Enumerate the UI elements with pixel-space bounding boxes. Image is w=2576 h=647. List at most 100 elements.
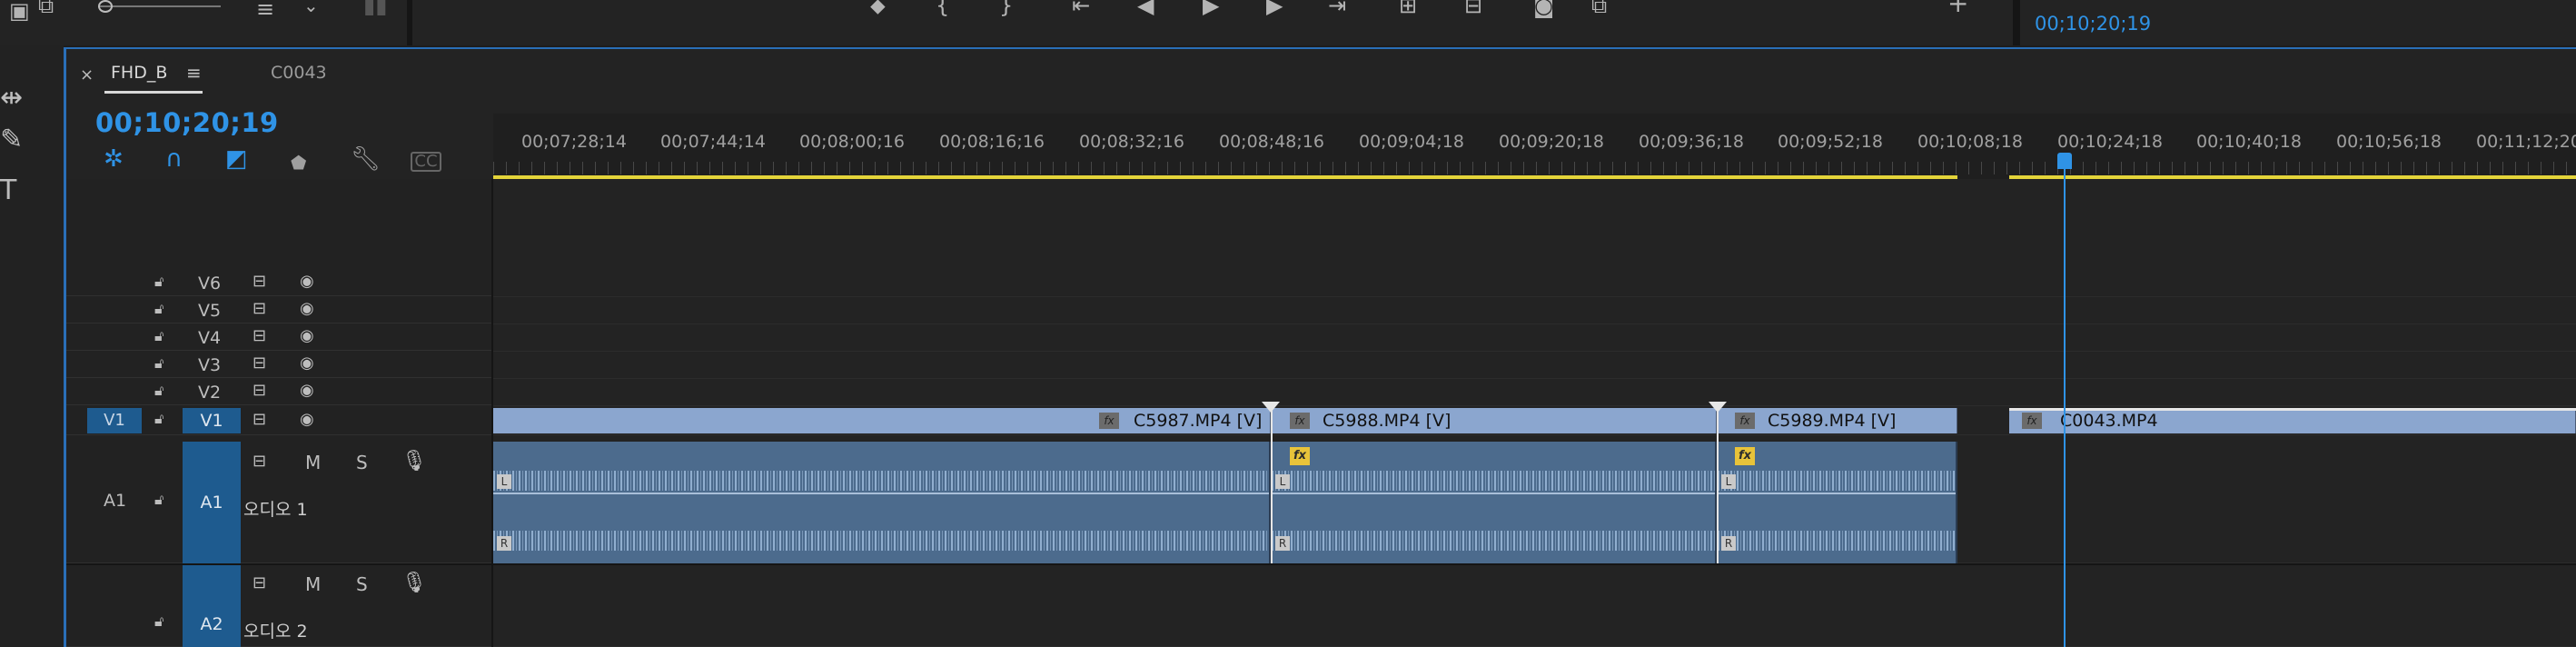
- microphone-icon[interactable]: 🎙︎: [401, 572, 427, 594]
- ruler-label: 00;10;56;18: [2336, 132, 2442, 152]
- marker-icon[interactable]: ⬥: [870, 0, 886, 16]
- lock-icon[interactable]: 🔓︎: [154, 382, 163, 400]
- ruler-label: 00;10;40;18: [2196, 132, 2302, 152]
- sync-lock-icon[interactable]: ⊟: [253, 381, 266, 400]
- add-button-icon[interactable]: +: [1947, 0, 1968, 16]
- grid-icon: ▮▮: [363, 0, 388, 18]
- tab-sequence[interactable]: FHD_B: [111, 63, 167, 83]
- zoom-slider-knob[interactable]: [98, 0, 113, 13]
- track-header-v3: [66, 352, 491, 378]
- go-to-in-icon[interactable]: ⇤: [1072, 0, 1090, 16]
- extract-icon[interactable]: ⊟: [1464, 0, 1482, 16]
- snap-icon[interactable]: ∩: [165, 147, 183, 171]
- mark-out-icon[interactable]: }: [999, 0, 1013, 16]
- sync-lock-icon[interactable]: ⊟: [253, 326, 266, 345]
- step-forward-icon[interactable]: ▶: [1266, 0, 1283, 16]
- track-target-a1[interactable]: A1: [183, 442, 241, 563]
- eye-icon[interactable]: ◉: [300, 410, 314, 429]
- track-header-v4: [66, 324, 491, 351]
- chevron-down-icon[interactable]: ⌄: [303, 0, 319, 16]
- nest-sequence-icon[interactable]: ✲: [104, 147, 124, 171]
- export-frame-icon[interactable]: ⧉: [1591, 0, 1607, 16]
- lock-icon[interactable]: 🔓︎: [154, 327, 163, 345]
- track-lane-v3[interactable]: [493, 352, 2576, 379]
- wrench-icon[interactable]: 🔧︎: [351, 147, 381, 171]
- lock-icon[interactable]: 🔓︎: [154, 612, 163, 631]
- tab-menu-icon[interactable]: ≡: [186, 62, 202, 84]
- active-tab-indicator: [104, 91, 203, 94]
- add-marker-icon[interactable]: ⬟: [291, 151, 306, 174]
- lock-icon[interactable]: 🔓︎: [154, 410, 163, 428]
- sync-lock-icon[interactable]: ⊟: [253, 573, 266, 592]
- track-lane-v5[interactable]: [493, 297, 2576, 324]
- track-label: 오디오 2: [243, 622, 308, 642]
- step-back-icon[interactable]: ◀: [1137, 0, 1154, 16]
- ruler-label: 00;08;00;16: [799, 132, 905, 152]
- lock-icon[interactable]: 🔓︎: [154, 354, 163, 373]
- sync-lock-icon[interactable]: ⊟: [253, 410, 266, 429]
- lift-icon[interactable]: ⊞: [1399, 0, 1417, 16]
- edit-point[interactable]: [1271, 408, 1273, 563]
- microphone-icon[interactable]: 🎙︎: [401, 450, 427, 473]
- fx-badge: fx: [1099, 413, 1119, 429]
- linked-selection-icon[interactable]: ◩: [225, 147, 248, 171]
- tab-clip[interactable]: C0043: [271, 63, 327, 83]
- work-area-bar[interactable]: [2009, 175, 2576, 179]
- lock-icon[interactable]: 🔓︎: [154, 300, 163, 318]
- clip-name: C5987.MP4 [V]: [1134, 411, 1263, 431]
- camera-icon[interactable]: ◙: [1533, 0, 1554, 16]
- fx-badge-audio[interactable]: fx: [1290, 447, 1310, 465]
- track-lane-a2[interactable]: [493, 563, 2576, 647]
- playhead-line[interactable]: [2064, 153, 2066, 647]
- solo-button[interactable]: S: [356, 452, 368, 473]
- playhead-timecode[interactable]: 00;10;20;19: [95, 107, 279, 138]
- sync-lock-icon[interactable]: ⊟: [253, 452, 266, 471]
- track-lane-v6[interactable]: [493, 270, 2576, 297]
- ruler-label: 00;09;52;18: [1778, 132, 1883, 152]
- ruler-label: 00;08;32;16: [1079, 132, 1184, 152]
- track-lane-v2[interactable]: [493, 379, 2576, 406]
- eye-icon[interactable]: ◉: [300, 272, 314, 291]
- captions-icon[interactable]: CC: [411, 152, 441, 172]
- track-lane-v4[interactable]: [493, 324, 2576, 352]
- source-patch-a1[interactable]: A1: [104, 491, 126, 511]
- ruler-label: 00;10;24;18: [2057, 132, 2163, 152]
- mute-button[interactable]: M: [305, 452, 321, 473]
- work-area-bar[interactable]: [493, 175, 1957, 179]
- sync-lock-icon[interactable]: ⊟: [253, 272, 266, 291]
- mark-in-icon[interactable]: {: [936, 0, 949, 16]
- audio-clip[interactable]: L R: [1272, 442, 1717, 563]
- sync-lock-icon[interactable]: ⊟: [253, 299, 266, 318]
- lock-icon[interactable]: 🔓︎: [154, 491, 163, 509]
- channel-right-label: R: [497, 536, 511, 551]
- eye-icon[interactable]: ◉: [300, 353, 314, 373]
- type-icon[interactable]: T: [0, 174, 16, 206]
- panel-icon[interactable]: ▣: [9, 0, 30, 22]
- track-target-v1[interactable]: V1: [183, 408, 241, 433]
- play-icon[interactable]: ▶: [1203, 0, 1219, 16]
- source-timecode[interactable]: 00;10;20;19: [2035, 13, 2151, 35]
- panel-stack-icon[interactable]: ⧉: [38, 0, 54, 16]
- zoom-slider[interactable]: [98, 0, 221, 13]
- ruler-label: 00;07;44;14: [660, 132, 766, 152]
- edit-point[interactable]: [1717, 408, 1719, 563]
- fx-badge-audio[interactable]: fx: [1735, 447, 1755, 465]
- close-tab-icon[interactable]: ×: [80, 65, 94, 85]
- track-target-a2[interactable]: A2: [183, 565, 241, 647]
- pen-icon[interactable]: ✎: [0, 124, 23, 155]
- audio-clip[interactable]: L R: [493, 442, 1271, 563]
- mute-button[interactable]: M: [305, 573, 321, 595]
- eye-icon[interactable]: ◉: [300, 381, 314, 400]
- ruler-label: 00;09;36;18: [1639, 132, 1744, 152]
- solo-button[interactable]: S: [356, 573, 368, 595]
- lock-icon[interactable]: 🔓︎: [154, 273, 163, 291]
- playhead-handle[interactable]: [2057, 153, 2072, 169]
- track-name: V5: [198, 301, 222, 321]
- source-patch-v1[interactable]: V1: [87, 408, 142, 433]
- menu-lines-icon[interactable]: ≡: [256, 0, 274, 20]
- eye-icon[interactable]: ◉: [300, 326, 314, 345]
- ripple-edit-icon[interactable]: ⇹: [0, 82, 23, 114]
- go-to-out-icon[interactable]: ⇥: [1328, 0, 1346, 16]
- eye-icon[interactable]: ◉: [300, 299, 314, 318]
- sync-lock-icon[interactable]: ⊟: [253, 353, 266, 373]
